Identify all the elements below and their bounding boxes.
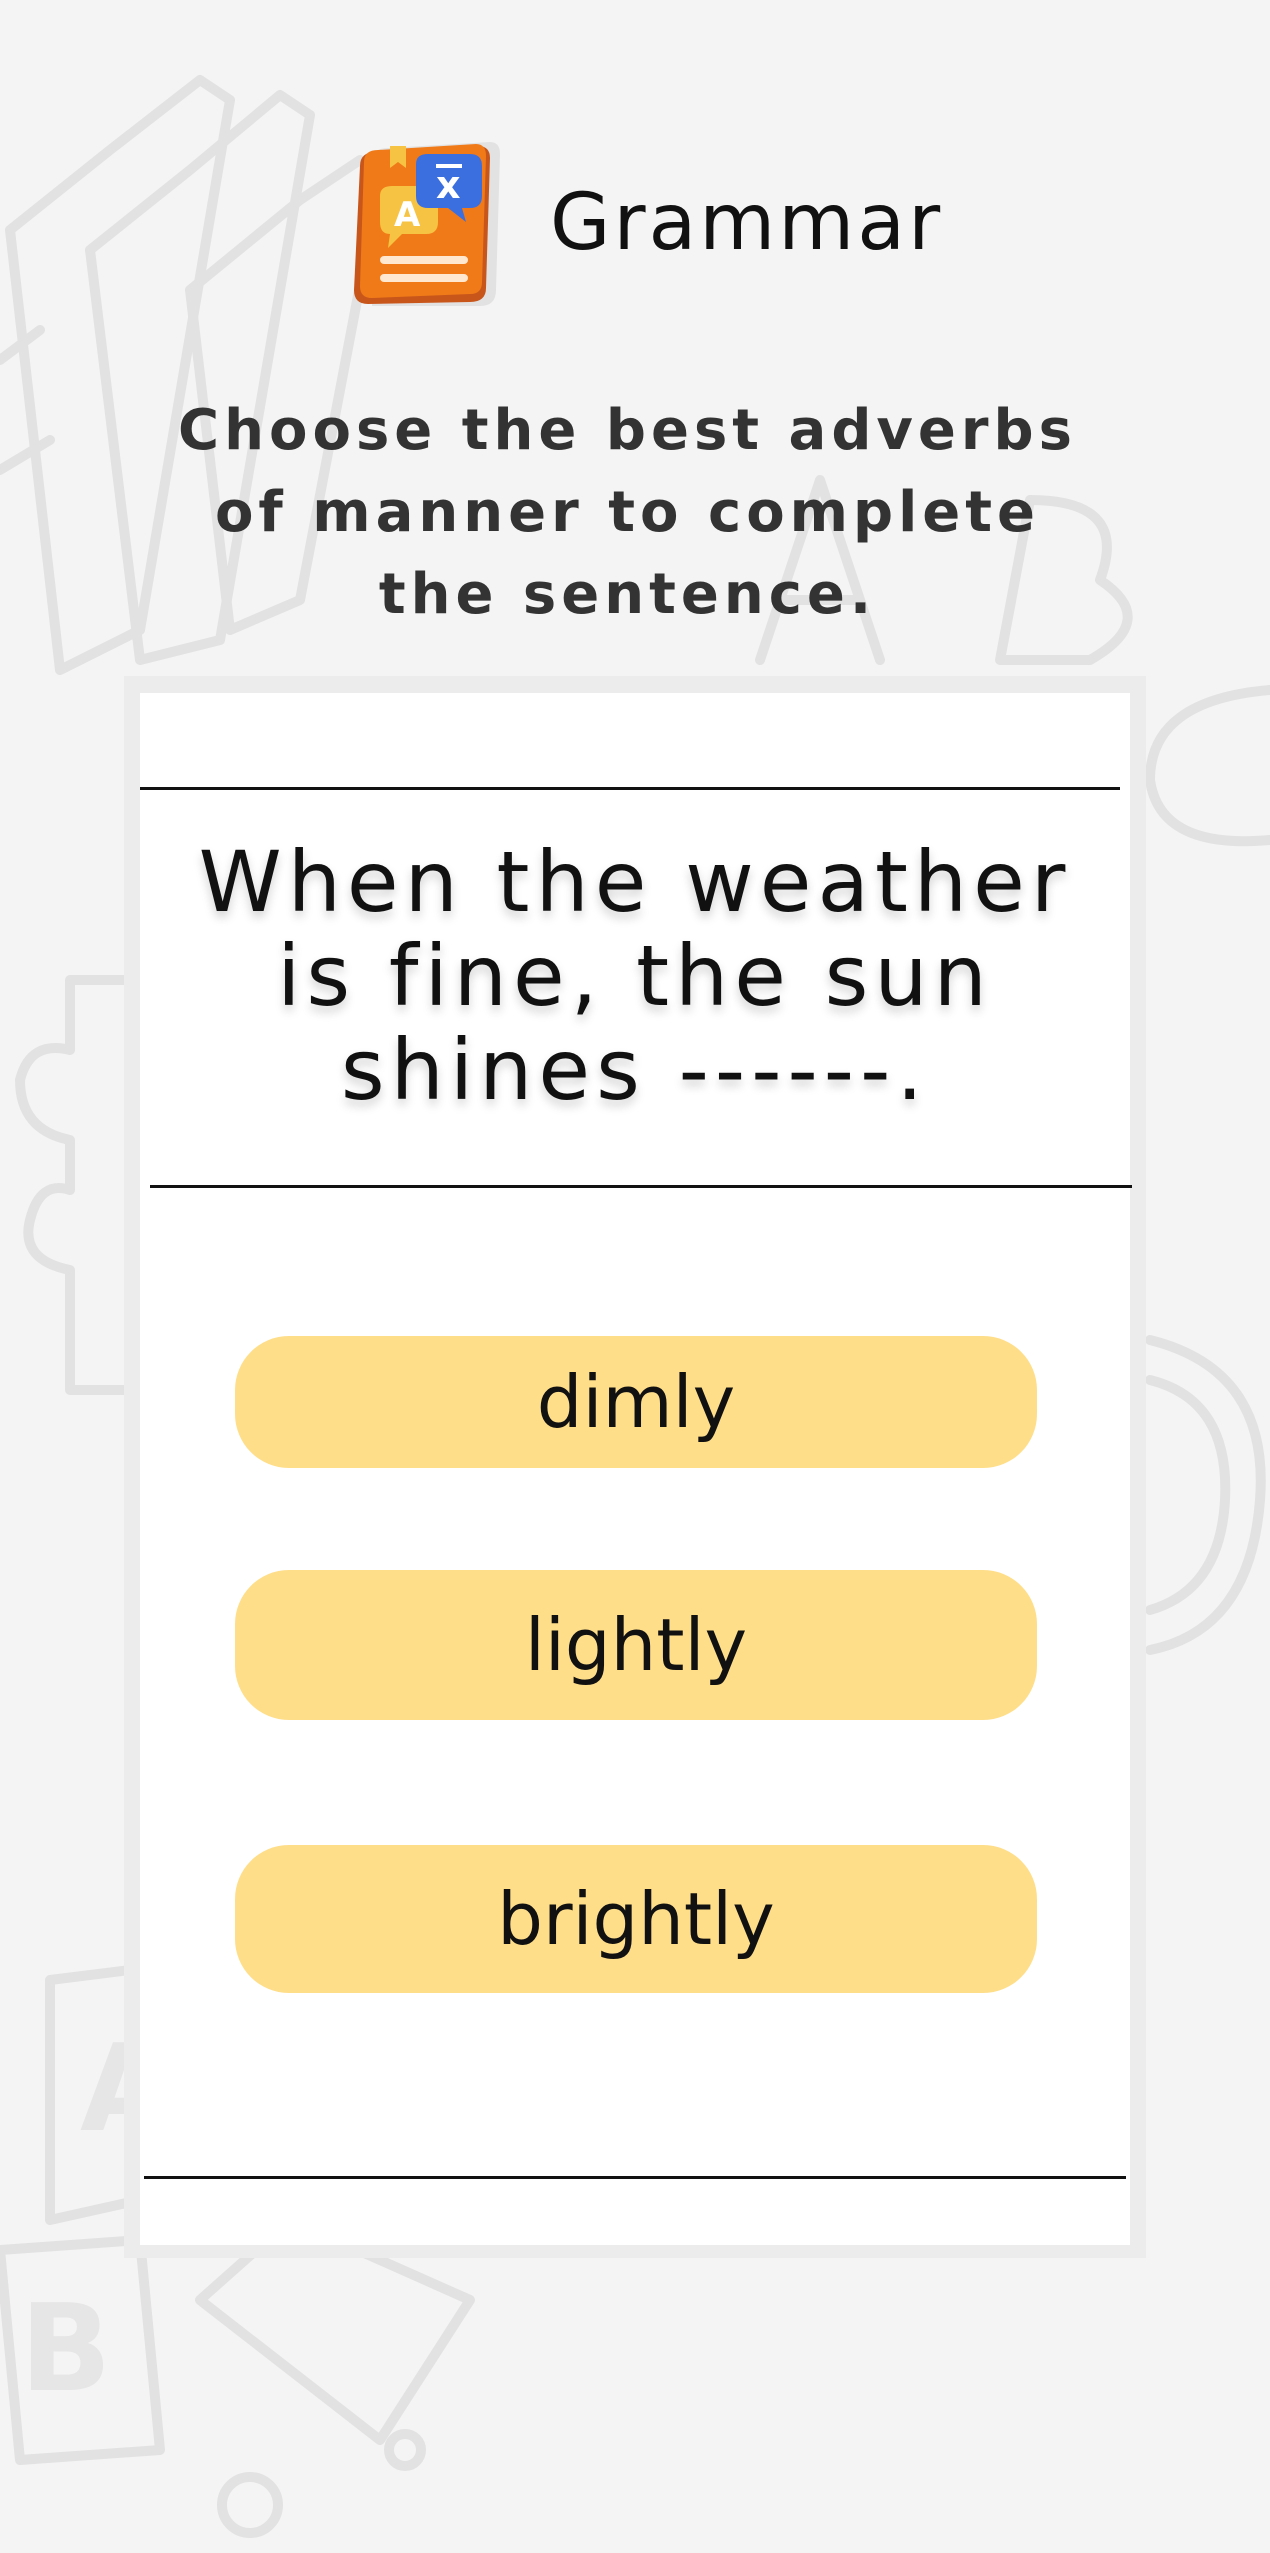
divider-bottom bbox=[144, 2176, 1126, 2179]
question-text: When the weather is fine, the sun shines… bbox=[198, 833, 1072, 1119]
header: A x Grammar bbox=[350, 140, 950, 310]
grammar-book-icon: A x bbox=[354, 142, 500, 306]
divider-middle bbox=[150, 1185, 1132, 1188]
instructions-text: Choose the best adverbs of manner to com… bbox=[178, 398, 1077, 627]
svg-text:x: x bbox=[436, 163, 461, 207]
divider-top bbox=[140, 787, 1120, 790]
svg-text:B: B bbox=[20, 2280, 111, 2419]
option-button-dimly[interactable]: dimly bbox=[235, 1336, 1037, 1468]
option-button-brightly[interactable]: brightly bbox=[235, 1845, 1037, 1993]
app-title: Grammar bbox=[550, 178, 944, 268]
option-button-lightly[interactable]: lightly bbox=[235, 1570, 1037, 1720]
